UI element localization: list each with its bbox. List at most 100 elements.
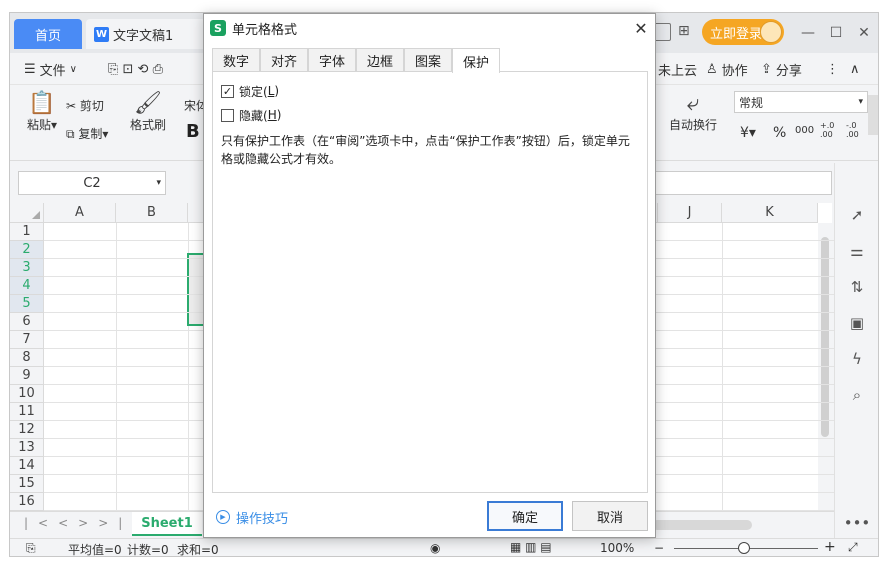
row-header-7[interactable]: 7 [10,331,44,349]
spreadsheet-logo-icon: S [210,20,226,36]
percent-button[interactable]: % [773,125,786,141]
formula-input[interactable] [630,171,832,195]
tab-pattern[interactable]: 图案 [404,48,452,72]
tab-number[interactable]: 数字 [212,48,260,72]
name-box[interactable]: C2 ▾ [18,171,166,195]
share-button[interactable]: ⇪ 分享 [761,59,802,79]
cloud-status[interactable]: 未上云 [658,59,697,79]
row-header-11[interactable]: 11 [10,403,44,421]
row-header-12[interactable]: 12 [10,421,44,439]
transform-icon[interactable]: ⇅ [847,277,867,297]
row-header-13[interactable]: 13 [10,439,44,457]
more-icon[interactable]: ⋮ [826,59,839,79]
wrap-text-button[interactable]: ⤶ 自动换行 [668,91,718,133]
lock-checkbox-row[interactable]: ✓ 锁定(L) [221,82,279,100]
apps-grid-icon[interactable]: ⊞ [678,23,690,39]
book-search-icon[interactable]: ⌕ [847,385,867,405]
dialog-title-bar: S 单元格格式 [204,14,655,42]
currency-button[interactable]: ¥▾ [740,125,756,141]
format-painter-button[interactable]: 🖌 格式刷 [128,91,168,133]
dialog-close-icon[interactable]: ✕ [630,17,652,39]
column-header-a[interactable]: A [44,203,116,223]
view-mode-icons[interactable]: ▦ ▥ ▤ [510,540,552,554]
row-header-3[interactable]: 3 [10,259,44,277]
close-window-icon[interactable]: ✕ [852,21,876,45]
settings-sliders-icon[interactable]: ⚌ [847,241,867,261]
scroll-thumb[interactable] [821,237,829,437]
collapse-ribbon-icon[interactable]: ∧ [850,59,860,79]
tab-protection[interactable]: 保护 [452,48,500,73]
format-cells-dialog: S 单元格格式 ✕ 数字 对齐 字体 边框 图案 保护 ✓ 锁定(L) 隐藏(H… [203,13,656,538]
row-header-4[interactable]: 4 [10,277,44,295]
copy-button[interactable]: ⧉ 复制▾ [66,125,108,142]
row-header-5[interactable]: 5 [10,295,44,313]
tips-link[interactable]: ▶ 操作技巧 [216,508,288,527]
currency-label: ¥ [740,125,749,141]
row-header-16[interactable]: 16 [10,493,44,511]
sheet-tab-sheet1[interactable]: Sheet1 [132,512,202,536]
decrease-decimal-button[interactable]: -.0 .00 [846,121,859,139]
hide-checkbox-row[interactable]: 隐藏(H) [221,106,281,124]
chevron-down-icon: ∨ [69,63,77,75]
select-all-corner[interactable] [10,203,44,223]
hide-checkbox[interactable] [221,108,234,122]
number-format-select[interactable]: 常规 ▾ [734,91,868,113]
lock-accesskey: L [267,84,275,98]
tab-alignment[interactable]: 对齐 [260,48,308,72]
wrap-text-icon: ⤶ [686,91,700,116]
column-header-j[interactable]: J [658,203,722,223]
row-header-6[interactable]: 6 [10,313,44,331]
zoom-level[interactable]: 100% [600,541,634,555]
minimize-icon[interactable]: — [796,21,820,45]
cut-label: 剪切 [79,99,104,113]
login-button[interactable]: 立即登录 [702,19,784,45]
quick-toolbar-icons[interactable]: ⎘ ⊡ ⟲ ⎙ [108,59,163,79]
zoom-slider[interactable] [674,542,818,554]
file-menu[interactable]: ☰ 文件 ∨ [24,59,77,79]
tab-home[interactable]: 首页 [14,19,82,49]
copy-label: 复制 [78,127,103,141]
row-header-9[interactable]: 9 [10,367,44,385]
fullscreen-icon[interactable]: ⤢ [848,540,858,555]
increase-decimal-button[interactable]: +.0 .00 [820,121,834,139]
right-sidebar: ➚ ⚌ ⇅ ▣ ϟ ⌕ ••• [834,163,878,538]
tab-border[interactable]: 边框 [356,48,404,72]
row-header-8[interactable]: 8 [10,349,44,367]
column-header-b[interactable]: B [116,203,188,223]
file-menu-label: 文件 [39,63,66,79]
macro-icon[interactable]: ⎘ [26,541,36,556]
row-header-2[interactable]: 2 [10,241,44,259]
row-header-10[interactable]: 10 [10,385,44,403]
horizontal-scrollbar[interactable] [652,520,752,530]
copy-icon: ⧉ [66,127,75,141]
ribbon-scrollbar[interactable] [868,95,878,135]
ok-button[interactable]: 确定 [487,501,563,531]
thousands-button[interactable]: 000 [795,125,814,136]
zoom-out-icon[interactable]: − [654,541,664,555]
tab-font[interactable]: 字体 [308,48,356,72]
cancel-button[interactable]: 取消 [572,501,648,531]
vertical-scrollbar[interactable] [818,223,832,511]
maximize-icon[interactable]: ☐ [824,21,848,45]
paste-button[interactable]: 📋 粘贴▾ [24,91,60,133]
cursor-icon[interactable]: ➚ [847,205,867,225]
row-header-1[interactable]: 1 [10,223,44,241]
zoom-in-icon[interactable]: + [824,539,836,555]
zoom-slider-thumb[interactable] [738,542,750,554]
sheet-nav-icons[interactable]: |<<>>| [24,516,132,530]
more-dots-icon[interactable]: ••• [844,513,871,533]
status-count: 计数=0 [127,543,169,557]
tab-document[interactable]: W 文字文稿1 [86,19,206,49]
row-header-15[interactable]: 15 [10,475,44,493]
hamburger-icon: ☰ [24,61,36,77]
eye-icon[interactable]: ◉ [430,541,440,555]
row-header-14[interactable]: 14 [10,457,44,475]
bold-button[interactable]: B [186,121,200,142]
collab-button[interactable]: ♙ 协作 [706,59,748,79]
image-icon[interactable]: ▣ [847,313,867,333]
lightning-icon[interactable]: ϟ [847,349,867,369]
paste-icon: 📋 [28,91,56,116]
cut-button[interactable]: ✂ 剪切 [66,97,104,114]
lock-checkbox[interactable]: ✓ [221,84,234,98]
column-header-k[interactable]: K [722,203,818,223]
